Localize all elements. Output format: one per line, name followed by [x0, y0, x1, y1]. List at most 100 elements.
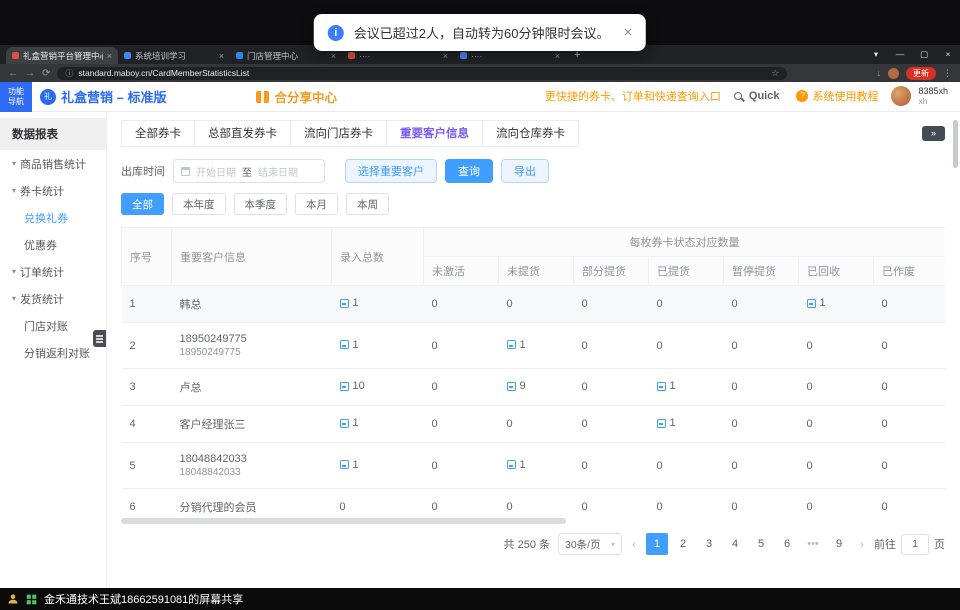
site-info-icon[interactable]: ⓘ: [65, 68, 73, 79]
select-important-customer-button[interactable]: 选择重要客户: [345, 159, 437, 183]
tab-close-icon[interactable]: ×: [555, 51, 560, 61]
page-viewport: 功能 导航 礼 礼盒营销 – 标准版 合分享中心 更快捷的券卡、订单和快递查询入…: [0, 82, 960, 588]
page-button[interactable]: 6: [776, 533, 798, 555]
count-link[interactable]: 1: [340, 297, 359, 309]
next-page-button[interactable]: ›: [858, 537, 866, 551]
vertical-scrollbar-thumb[interactable]: [953, 120, 958, 168]
sidebar-toggle[interactable]: [93, 330, 106, 347]
function-nav-button[interactable]: 功能 导航: [0, 82, 32, 112]
tab-close-icon[interactable]: ×: [443, 51, 448, 61]
status-column-header: 部分提货: [574, 257, 649, 286]
bookmark-star-icon[interactable]: ☆: [771, 68, 779, 79]
count-value: 0: [657, 460, 663, 472]
page-button[interactable]: 2: [672, 533, 694, 555]
count-link[interactable]: 1: [340, 459, 359, 471]
count-link[interactable]: 1: [807, 297, 826, 309]
table-row[interactable]: 4客户经理张三10001000: [122, 406, 946, 443]
count-link[interactable]: 1: [507, 459, 526, 471]
sidebar-item-distribution-rebate-reconciliation[interactable]: 分销返利对账: [0, 339, 106, 366]
page-size-select[interactable]: 30条/页 ▾: [558, 533, 622, 555]
count-link[interactable]: 1: [340, 339, 359, 351]
card-count-icon: [340, 340, 349, 349]
count-cell: 9: [499, 369, 574, 406]
tab-close-icon[interactable]: ×: [331, 51, 336, 61]
table-row[interactable]: 2189502497751895024977510100000: [122, 323, 946, 369]
sidebar-item-label: 兑换礼券: [24, 210, 68, 226]
tab-store-flow-cards[interactable]: 流向门店券卡: [290, 120, 387, 147]
quick-filter-this-year[interactable]: 本年度: [172, 193, 226, 215]
count-cell: 0: [799, 443, 874, 489]
count-link[interactable]: 1: [507, 339, 526, 351]
user-name-block[interactable]: 8385xh xh: [918, 86, 948, 106]
status-column-header: 已回收: [799, 257, 874, 286]
tab-search-icon[interactable]: ▾: [864, 45, 888, 64]
sidebar-item-coupon[interactable]: 优惠券: [0, 231, 106, 258]
close-icon[interactable]: ×: [623, 24, 632, 41]
sidebar-item-card-stats[interactable]: ▾券卡统计: [0, 177, 106, 204]
tab-hq-direct-cards[interactable]: 总部直发券卡: [194, 120, 291, 147]
kebab-menu-icon[interactable]: ⋮: [943, 68, 952, 79]
calendar-icon: [181, 167, 190, 176]
page-button[interactable]: 5: [750, 533, 772, 555]
prev-page-button[interactable]: ‹: [630, 537, 638, 551]
page-button[interactable]: 1: [646, 533, 668, 555]
page-button[interactable]: 9: [828, 533, 850, 555]
maximize-button[interactable]: ▢: [912, 45, 936, 64]
table-row[interactable]: 3卢总100901000: [122, 369, 946, 406]
user-avatar[interactable]: [891, 86, 911, 106]
reload-icon[interactable]: ⟳: [42, 68, 50, 79]
header-right: 更快捷的券卡、订单和快递查询入口 Quick ? 系统使用教程 8385xh x…: [545, 86, 948, 106]
goto-page-input[interactable]: [901, 534, 929, 555]
browser-tab[interactable]: 礼盒营销平台管理中心×: [6, 47, 118, 64]
tab-warehouse-flow-cards[interactable]: 流向仓库券卡: [482, 120, 579, 147]
forward-icon[interactable]: →: [25, 68, 35, 79]
quick-filter-all[interactable]: 全部: [121, 193, 164, 215]
sidebar: 数据报表 ▾商品销售统计▾券卡统计兑换礼券优惠券▾订单统计▾发货统计门店对账分销…: [0, 112, 107, 588]
sidebar-item-exchange-gift-coupon[interactable]: 兑换礼券: [0, 204, 106, 231]
page-button[interactable]: 4: [724, 533, 746, 555]
share-center-link[interactable]: 合分享中心: [256, 87, 337, 106]
page-button[interactable]: 3: [698, 533, 720, 555]
table-row[interactable]: 6分销代理的会员00000000: [122, 489, 946, 516]
quick-filter-this-quarter[interactable]: 本季度: [234, 193, 288, 215]
minimize-button[interactable]: —: [888, 45, 912, 64]
collapse-panel-button[interactable]: »: [922, 126, 945, 141]
end-date-placeholder: 结束日期: [258, 164, 298, 179]
search-icon[interactable]: [734, 92, 742, 100]
count-link[interactable]: 10: [340, 380, 365, 392]
tab-important-customer-info[interactable]: 重要客户信息: [386, 120, 483, 147]
tab-close-icon[interactable]: ×: [219, 51, 224, 61]
back-icon[interactable]: ←: [8, 68, 18, 79]
count-cell: 0: [424, 406, 499, 443]
browser-tab[interactable]: 系统培训学习×: [118, 47, 230, 64]
quick-filter-this-month[interactable]: 本月: [295, 193, 338, 215]
count-link[interactable]: 1: [657, 417, 676, 429]
tab-all-cards[interactable]: 全部券卡: [121, 120, 195, 147]
count-cell: 0: [424, 489, 499, 516]
quick-filter-this-week[interactable]: 本周: [346, 193, 389, 215]
table-row[interactable]: 1韩总10000010: [122, 286, 946, 323]
sidebar-item-order-stats[interactable]: ▾订单统计: [0, 258, 106, 285]
sidebar-item-label: 商品销售统计: [20, 156, 86, 172]
tab-close-icon[interactable]: ×: [107, 51, 112, 61]
count-link[interactable]: 9: [507, 380, 526, 392]
count-cell: 10: [332, 369, 424, 406]
export-button[interactable]: 导出: [501, 159, 549, 183]
date-range-picker[interactable]: 开始日期 至 结束日期: [173, 159, 325, 183]
download-icon[interactable]: ↓: [877, 68, 882, 78]
window-close-button[interactable]: ×: [936, 45, 960, 64]
sidebar-item-shipping-stats[interactable]: ▾发货统计: [0, 285, 106, 312]
sidebar-item-store-reconciliation[interactable]: 门店对账: [0, 312, 106, 339]
count-link[interactable]: 1: [657, 380, 676, 392]
row-index: 1: [122, 286, 172, 323]
quick-search-button[interactable]: Quick: [749, 90, 780, 102]
address-bar[interactable]: ⓘ standard.maboy.cn/CardMemberStatistics…: [57, 67, 787, 80]
horizontal-scrollbar-thumb[interactable]: [121, 518, 566, 524]
tutorial-link[interactable]: ? 系统使用教程: [796, 88, 878, 104]
update-button[interactable]: 更新: [906, 67, 936, 80]
table-row[interactable]: 5180488420331804884203310100000: [122, 443, 946, 489]
count-link[interactable]: 1: [340, 417, 359, 429]
search-button[interactable]: 查询: [445, 159, 493, 183]
browser-profile-avatar[interactable]: [888, 68, 899, 79]
sidebar-item-goods-sales-stats[interactable]: ▾商品销售统计: [0, 150, 106, 177]
